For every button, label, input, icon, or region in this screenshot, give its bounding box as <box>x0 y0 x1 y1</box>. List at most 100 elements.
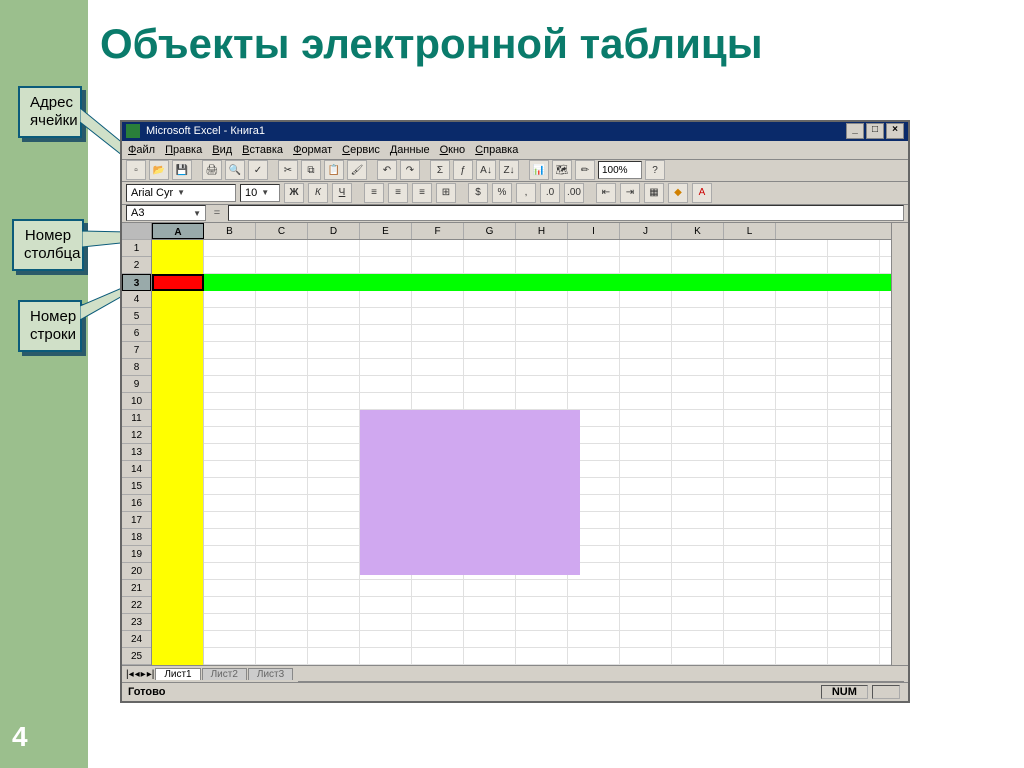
row-header[interactable]: 11 <box>122 410 151 427</box>
align-left-icon[interactable]: ≡ <box>364 183 384 203</box>
zoom-combo[interactable]: 100% <box>598 161 642 179</box>
column-header[interactable]: K <box>672 223 724 239</box>
underline-icon[interactable]: Ч <box>332 183 352 203</box>
nav-first-icon[interactable]: |◂ <box>126 669 134 680</box>
nav-prev-icon[interactable]: ◂ <box>135 669 140 680</box>
row-header[interactable]: 21 <box>122 580 151 597</box>
vertical-scrollbar[interactable] <box>891 223 908 665</box>
row-header[interactable]: 9 <box>122 376 151 393</box>
column-header[interactable]: E <box>360 223 412 239</box>
sort-desc-icon[interactable]: Z↓ <box>499 160 519 180</box>
spell-icon[interactable]: ✓ <box>248 160 268 180</box>
row-header[interactable]: 8 <box>122 359 151 376</box>
menu-data[interactable]: Данные <box>390 144 430 156</box>
open-icon[interactable]: 📂 <box>149 160 169 180</box>
row-header[interactable]: 20 <box>122 563 151 580</box>
autosum-icon[interactable]: Σ <box>430 160 450 180</box>
column-header[interactable]: F <box>412 223 464 239</box>
row-header[interactable]: 22 <box>122 597 151 614</box>
row-header[interactable]: 19 <box>122 546 151 563</box>
borders-icon[interactable]: ▦ <box>644 183 664 203</box>
sort-asc-icon[interactable]: A↓ <box>476 160 496 180</box>
column-header[interactable]: J <box>620 223 672 239</box>
row-header[interactable]: 17 <box>122 512 151 529</box>
row-header[interactable]: 2 <box>122 257 151 274</box>
column-header[interactable]: I <box>568 223 620 239</box>
inc-indent-icon[interactable]: ⇥ <box>620 183 640 203</box>
align-center-icon[interactable]: ≡ <box>388 183 408 203</box>
fill-color-icon[interactable]: ◆ <box>668 183 688 203</box>
row-header[interactable]: 23 <box>122 614 151 631</box>
paste-icon[interactable]: 📋 <box>324 160 344 180</box>
row-header[interactable]: 16 <box>122 495 151 512</box>
column-header[interactable]: C <box>256 223 308 239</box>
copy-icon[interactable]: ⧉ <box>301 160 321 180</box>
percent-icon[interactable]: % <box>492 183 512 203</box>
row-header[interactable]: 24 <box>122 631 151 648</box>
drawing-icon[interactable]: ✏ <box>575 160 595 180</box>
sheet-tab-2[interactable]: Лист2 <box>202 668 247 680</box>
column-header[interactable]: B <box>204 223 256 239</box>
row-header[interactable]: 10 <box>122 393 151 410</box>
menu-view[interactable]: Вид <box>212 144 232 156</box>
hscroll-area[interactable] <box>298 666 904 682</box>
row-header[interactable]: 14 <box>122 461 151 478</box>
comma-icon[interactable]: , <box>516 183 536 203</box>
row-header[interactable]: 1 <box>122 240 151 257</box>
column-header[interactable]: D <box>308 223 360 239</box>
font-color-icon[interactable]: A <box>692 183 712 203</box>
dec-decimal-icon[interactable]: .00 <box>564 183 584 203</box>
sheet-tab-1[interactable]: Лист1 <box>155 668 200 680</box>
cut-icon[interactable]: ✂ <box>278 160 298 180</box>
menu-window[interactable]: Окно <box>440 144 466 156</box>
row-header[interactable]: 7 <box>122 342 151 359</box>
help-icon[interactable]: ? <box>645 160 665 180</box>
preview-icon[interactable]: 🔍 <box>225 160 245 180</box>
row-header[interactable]: 18 <box>122 529 151 546</box>
selected-block[interactable] <box>360 410 580 575</box>
nav-last-icon[interactable]: ▸| <box>147 669 155 680</box>
format-painter-icon[interactable]: 🖌 <box>347 160 367 180</box>
row-header[interactable]: 12 <box>122 427 151 444</box>
size-combo[interactable]: 10▼ <box>240 184 280 202</box>
close-button[interactable]: × <box>886 123 904 139</box>
undo-icon[interactable]: ↶ <box>377 160 397 180</box>
row-header[interactable]: 5 <box>122 308 151 325</box>
redo-icon[interactable]: ↷ <box>400 160 420 180</box>
formula-input[interactable] <box>228 205 904 221</box>
minimize-button[interactable]: _ <box>846 123 864 139</box>
menu-help[interactable]: Справка <box>475 144 518 156</box>
menu-format[interactable]: Формат <box>293 144 332 156</box>
column-header[interactable]: H <box>516 223 568 239</box>
column-header[interactable]: A <box>152 223 204 239</box>
row-header[interactable]: 6 <box>122 325 151 342</box>
menu-tools[interactable]: Сервис <box>342 144 380 156</box>
nav-next-icon[interactable]: ▸ <box>141 669 146 680</box>
save-icon[interactable]: 💾 <box>172 160 192 180</box>
select-all-corner[interactable] <box>122 223 151 240</box>
row-header[interactable]: 15 <box>122 478 151 495</box>
new-icon[interactable]: ▫ <box>126 160 146 180</box>
column-header[interactable]: G <box>464 223 516 239</box>
row-header[interactable]: 13 <box>122 444 151 461</box>
menu-insert[interactable]: Вставка <box>242 144 283 156</box>
column-header[interactable]: L <box>724 223 776 239</box>
currency-icon[interactable]: $ <box>468 183 488 203</box>
row-header[interactable]: 25 <box>122 648 151 665</box>
menu-edit[interactable]: Правка <box>165 144 202 156</box>
maximize-button[interactable]: □ <box>866 123 884 139</box>
name-box[interactable]: A3▼ <box>126 205 206 221</box>
sheet-tab-3[interactable]: Лист3 <box>248 668 293 680</box>
map-icon[interactable]: 🗺 <box>552 160 572 180</box>
merge-icon[interactable]: ⊞ <box>436 183 456 203</box>
font-combo[interactable]: Arial Cyr▼ <box>126 184 236 202</box>
dec-indent-icon[interactable]: ⇤ <box>596 183 616 203</box>
cells-area[interactable] <box>152 240 891 665</box>
italic-icon[interactable]: К <box>308 183 328 203</box>
inc-decimal-icon[interactable]: .0 <box>540 183 560 203</box>
bold-icon[interactable]: Ж <box>284 183 304 203</box>
row-header[interactable]: 4 <box>122 291 151 308</box>
align-right-icon[interactable]: ≡ <box>412 183 432 203</box>
row-header[interactable]: 3 <box>122 274 151 291</box>
chart-icon[interactable]: 📊 <box>529 160 549 180</box>
